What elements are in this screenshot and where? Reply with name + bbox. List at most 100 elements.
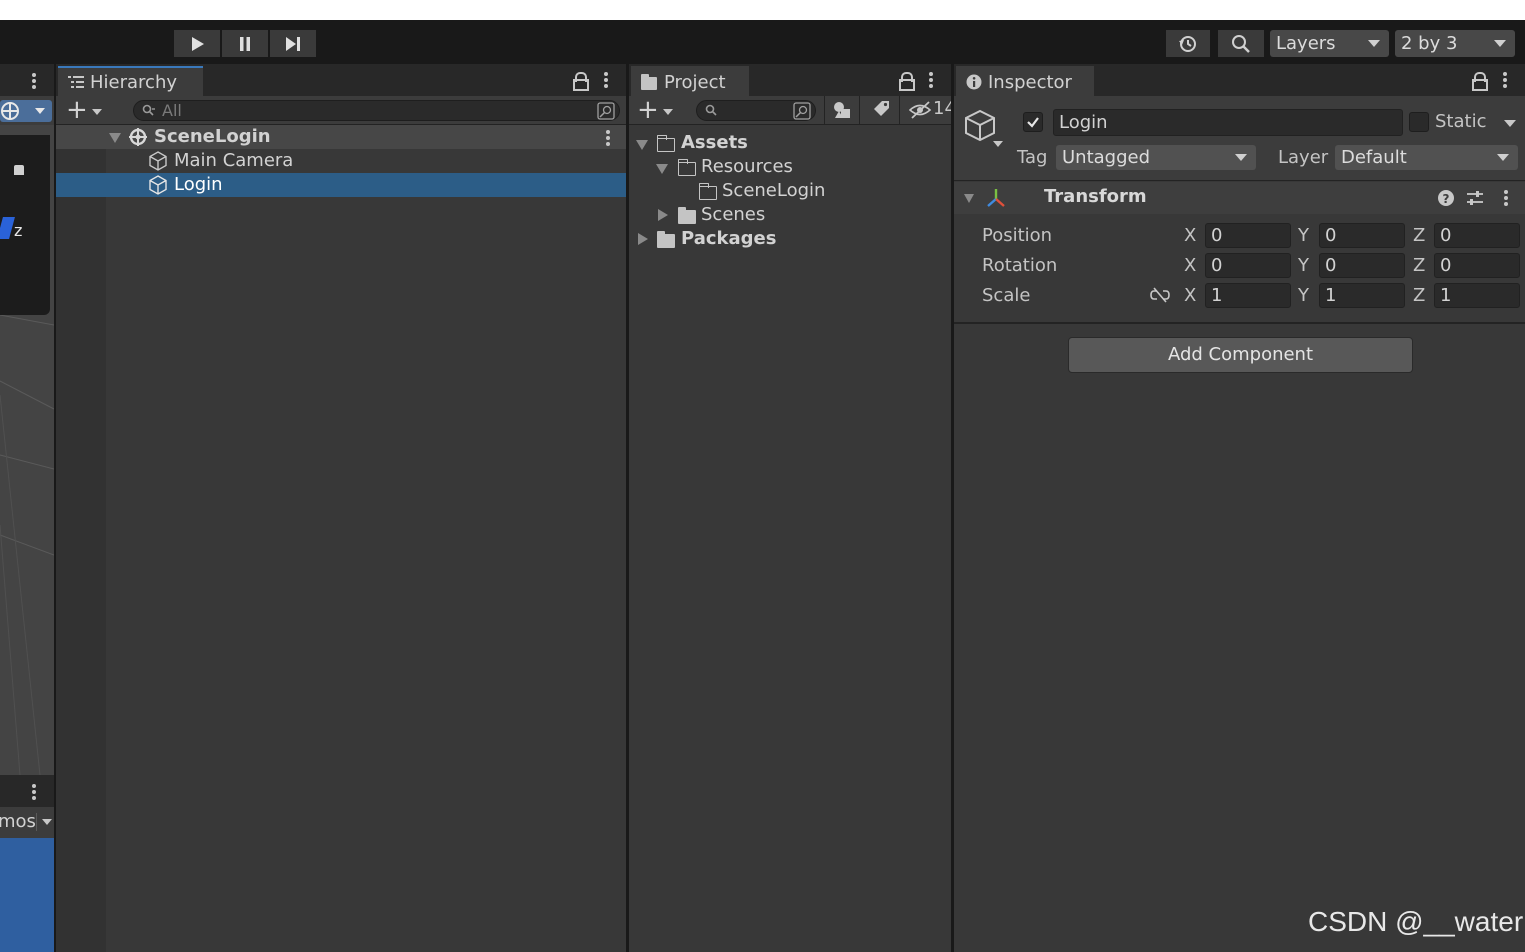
create-button[interactable]: + (66, 97, 88, 123)
gameobject-cube-icon[interactable] (963, 108, 999, 144)
layers-dropdown[interactable]: Layers (1270, 30, 1389, 57)
tab-project[interactable]: Project (631, 66, 749, 96)
inspector-menu-icon[interactable] (1503, 72, 1507, 90)
step-button[interactable] (270, 30, 316, 57)
divider (36, 813, 37, 831)
play-button[interactable] (174, 30, 220, 57)
scene-menu-icon[interactable] (32, 73, 36, 91)
chevron-down-icon[interactable] (1504, 120, 1516, 127)
scale-z-field[interactable]: 1 (1434, 283, 1520, 308)
expand-arrow-icon[interactable] (658, 209, 668, 221)
chevron-down-icon[interactable] (993, 141, 1003, 147)
chevron-down-icon[interactable] (42, 819, 52, 825)
tab-hierarchy-label: Hierarchy (90, 71, 178, 93)
project-tree-item-scenes[interactable]: Scenes (629, 203, 951, 227)
chevron-down-icon (1494, 40, 1506, 47)
hierarchy-search-placeholder: All (162, 101, 182, 120)
layout-dropdown[interactable]: 2 by 3 (1395, 30, 1515, 57)
scale-y-field[interactable]: 1 (1319, 283, 1405, 308)
rotation-z-value: 0 (1440, 255, 1452, 276)
project-menu-icon[interactable] (929, 72, 933, 90)
search-icon (705, 104, 717, 116)
rotation-y-field[interactable]: 0 (1319, 253, 1405, 278)
hierarchy-item[interactable]: Main Camera (56, 149, 626, 173)
tag-label: Tag (1017, 147, 1048, 168)
add-component-button[interactable]: Add Component (1068, 337, 1413, 373)
hidden-packages-icon[interactable] (909, 100, 933, 120)
lock-icon[interactable] (573, 72, 589, 91)
position-y-field[interactable]: 0 (1319, 223, 1405, 248)
folder-icon (657, 231, 675, 248)
position-z-field[interactable]: 0 (1434, 223, 1520, 248)
watermark: CSDN @__water (1308, 906, 1524, 937)
project-tree-item-assets[interactable]: Assets (629, 131, 951, 155)
pause-button[interactable] (222, 30, 268, 57)
tag-dropdown[interactable]: Untagged (1056, 145, 1256, 170)
splitter[interactable] (54, 64, 56, 952)
rotation-z-field[interactable]: 0 (1434, 253, 1520, 278)
game-viewport[interactable] (0, 838, 54, 952)
collapse-arrow-icon[interactable] (656, 164, 668, 174)
tab-inspector[interactable]: Inspector (956, 66, 1094, 96)
history-button[interactable] (1166, 30, 1210, 57)
axis-z-label: Z (1413, 255, 1426, 276)
splitter[interactable] (951, 64, 954, 952)
z-axis-label: z (14, 221, 23, 240)
object-name-input[interactable]: Login (1053, 109, 1403, 136)
hierarchy-menu-icon[interactable] (604, 72, 608, 90)
layer-dropdown[interactable]: Default (1335, 145, 1518, 170)
scene-gizmo-toggle[interactable] (0, 100, 52, 122)
position-y-value: 0 (1325, 225, 1337, 246)
constrain-proportions-icon[interactable] (1150, 287, 1170, 303)
lock-icon[interactable] (1472, 72, 1488, 91)
collapse-arrow-icon[interactable] (964, 194, 974, 203)
label-tag-icon[interactable] (871, 100, 891, 120)
collapse-arrow-icon[interactable] (636, 140, 648, 150)
expand-arrow-icon[interactable] (638, 233, 648, 245)
hierarchy-search-input[interactable]: All (133, 100, 620, 121)
transform-title: Transform (1044, 186, 1147, 207)
transform-menu-icon[interactable] (1504, 190, 1508, 208)
scene-search-icon[interactable] (793, 102, 811, 120)
tab-inspector-label: Inspector (988, 71, 1072, 93)
scene-viewport[interactable]: z (0, 125, 54, 775)
collapse-arrow-icon[interactable] (109, 133, 121, 143)
scale-x-field[interactable]: 1 (1205, 283, 1291, 308)
project-search-input[interactable] (696, 100, 816, 121)
position-z-value: 0 (1440, 225, 1452, 246)
search-button[interactable] (1218, 30, 1264, 57)
orientation-gizmo[interactable]: z (0, 135, 50, 315)
rotation-label: Rotation (982, 255, 1058, 276)
splitter[interactable] (626, 64, 629, 952)
position-label: Position (982, 225, 1053, 246)
lock-icon[interactable] (899, 72, 915, 91)
scene-subbar (0, 96, 54, 125)
project-tree-item-resources[interactable]: Resources (629, 155, 951, 179)
rotation-x-field[interactable]: 0 (1205, 253, 1291, 278)
create-button[interactable]: + (637, 97, 659, 123)
gizmos-label[interactable]: mos (0, 811, 36, 832)
active-checkbox[interactable] (1023, 112, 1043, 132)
svg-text:?: ? (1443, 192, 1450, 206)
z-axis-handle[interactable] (0, 217, 15, 239)
static-checkbox[interactable] (1409, 112, 1429, 132)
scene-name: SceneLogin (154, 126, 271, 147)
filter-by-type-icon[interactable] (832, 100, 854, 120)
preset-sliders-icon[interactable] (1466, 189, 1484, 207)
game-menu-icon[interactable] (32, 784, 36, 802)
hierarchy-item-selected[interactable]: Login (56, 173, 626, 197)
chevron-down-icon[interactable] (663, 109, 673, 115)
project-tree-item-packages[interactable]: Packages (629, 227, 951, 251)
tab-hierarchy[interactable]: Hierarchy (58, 66, 203, 96)
project-tree-item-scenelogin[interactable]: SceneLogin (629, 179, 951, 203)
chevron-down-icon[interactable] (92, 109, 102, 115)
scene-tabbar (0, 64, 54, 96)
position-x-field[interactable]: 0 (1205, 223, 1291, 248)
transform-header[interactable]: Transform ? (954, 182, 1525, 214)
help-icon[interactable]: ? (1437, 189, 1455, 207)
scene-row[interactable]: SceneLogin (56, 125, 626, 149)
axis-z-label: Z (1413, 225, 1426, 246)
hierarchy-panel: Hierarchy + All SceneLogin Main Camera L… (56, 64, 626, 952)
scene-search-icon[interactable] (597, 102, 615, 120)
scene-row-menu-icon[interactable] (606, 130, 610, 148)
